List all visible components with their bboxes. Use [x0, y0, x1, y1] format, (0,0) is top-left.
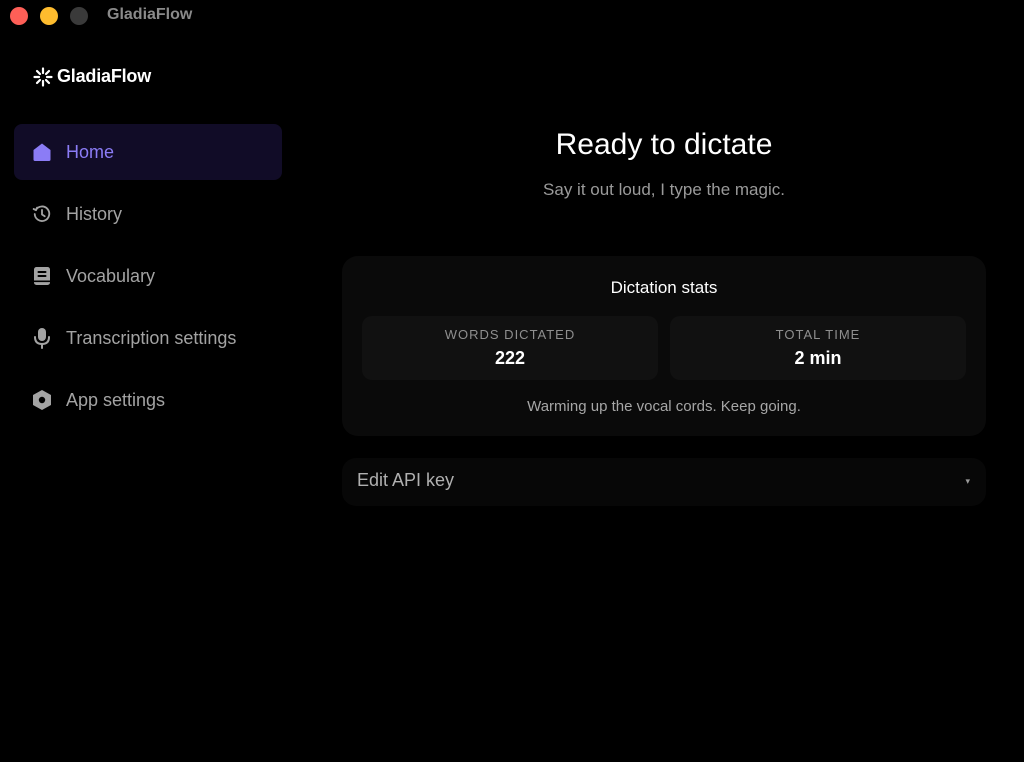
sidebar-item-app-settings[interactable]: App settings [14, 372, 282, 428]
sidebar-item-label: Home [66, 141, 115, 162]
brand-logo: GladiaFlow [33, 66, 151, 87]
edit-api-key-expander[interactable]: Edit API key ▾ [342, 458, 986, 506]
stat-value: 222 [494, 348, 526, 368]
page-title: Ready to dictate [555, 128, 773, 161]
dictation-stats-card: Dictation stats WORDS DICTATED 222 TOTAL… [342, 256, 986, 436]
sidebar-item-home[interactable]: Home [14, 124, 282, 180]
sidebar-item-label: Vocabulary [66, 265, 156, 286]
sidebar-item-history[interactable]: History [14, 186, 282, 242]
window-title: GladiaFlow [107, 6, 193, 23]
page-subtitle: Say it out loud, I type the magic. [543, 180, 785, 199]
stat-label: TOTAL TIME [775, 327, 861, 342]
history-icon [32, 204, 52, 224]
sidebar-nav: Home History Vocabulary Transcription se… [14, 124, 282, 434]
titlebar: GladiaFlow [0, 0, 1024, 32]
maximize-window-button[interactable] [70, 7, 88, 25]
hexagon-settings-icon [32, 390, 52, 410]
sidebar-item-transcription-settings[interactable]: Transcription settings [14, 310, 282, 366]
sidebar-item-vocabulary[interactable]: Vocabulary [14, 248, 282, 304]
sidebar-item-label: Transcription settings [66, 327, 237, 348]
home-icon [32, 142, 52, 162]
edit-api-key-label: Edit API key [357, 470, 455, 490]
sidebar-item-label: History [66, 203, 123, 224]
words-dictated-stat: WORDS DICTATED 222 [362, 316, 658, 380]
minimize-window-button[interactable] [40, 7, 58, 25]
total-time-stat: TOTAL TIME 2 min [670, 316, 966, 380]
close-window-button[interactable] [10, 7, 28, 25]
stats-card-title: Dictation stats [610, 278, 718, 297]
microphone-icon [32, 328, 52, 349]
book-icon [32, 266, 52, 286]
app-window: GladiaFlow GladiaFlow Home History Vocab… [0, 0, 1024, 762]
stat-label: WORDS DICTATED [444, 327, 576, 342]
stats-message: Warming up the vocal cords. Keep going. [527, 398, 801, 415]
sparkle-logo-icon [33, 66, 53, 87]
brand-name: GladiaFlow [57, 66, 152, 86]
chevron-down-icon: ▾ [965, 476, 970, 486]
sidebar-item-label: App settings [66, 389, 166, 410]
stat-value: 2 min [794, 348, 842, 368]
